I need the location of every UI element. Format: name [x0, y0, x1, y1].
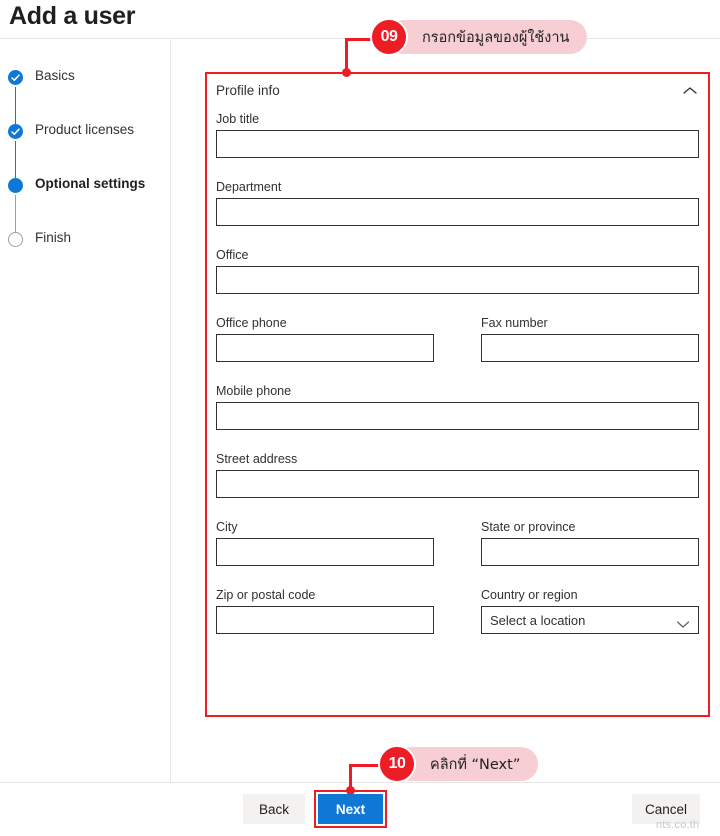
- callout-pill-09: กรอกข้อมูลของผู้ใช้งาน: [386, 20, 588, 54]
- sidebar-item-label: Product licenses: [35, 122, 135, 137]
- field-department: Department: [216, 180, 699, 226]
- street-address-input[interactable]: [216, 470, 699, 498]
- field-street-address: Street address: [216, 452, 699, 498]
- wizard-step-list: Basics Product licenses Optional setting…: [0, 68, 170, 286]
- panel-title: Profile info: [216, 83, 280, 98]
- watermark: nts.co.th: [656, 819, 700, 831]
- field-fax-number: Fax number: [481, 316, 699, 362]
- department-input[interactable]: [216, 198, 699, 226]
- field-label: Zip or postal code: [216, 588, 316, 602]
- field-country-or-region: Country or region Select a location: [481, 588, 699, 634]
- sidebar-item-label: Basics: [35, 68, 75, 83]
- column-spacer: [434, 588, 481, 656]
- zip-or-postal-code-input[interactable]: [216, 606, 434, 634]
- field-office: Office: [216, 248, 699, 294]
- field-state-or-province: State or province: [481, 520, 699, 566]
- sidebar-divider: [170, 38, 171, 782]
- field-label: Street address: [216, 452, 298, 466]
- column-spacer: [434, 520, 481, 588]
- profile-info-header[interactable]: Profile info: [216, 82, 699, 112]
- field-label: Mobile phone: [216, 384, 292, 398]
- sidebar-item-label: Finish: [35, 230, 72, 245]
- step-connector: [15, 195, 16, 232]
- fax-number-input[interactable]: [481, 334, 699, 362]
- field-mobile-phone: Mobile phone: [216, 384, 699, 430]
- sidebar-item-optional-settings[interactable]: Optional settings: [0, 176, 170, 232]
- field-zip-or-postal-code: Zip or postal code: [216, 588, 434, 634]
- sidebar-item-product-licenses[interactable]: Product licenses: [0, 122, 170, 178]
- field-label: City: [216, 520, 238, 534]
- job-title-input[interactable]: [216, 130, 699, 158]
- field-label: Job title: [216, 112, 260, 126]
- chevron-up-icon[interactable]: [681, 84, 699, 96]
- column-spacer: [434, 316, 481, 384]
- callout-anchor-dot-09: [342, 68, 351, 77]
- field-label: Office phone: [216, 316, 287, 330]
- field-label: Fax number: [481, 316, 548, 330]
- step-connector: [15, 87, 16, 124]
- callout-connector-line-09-vertical: [345, 38, 348, 72]
- add-user-wizard: Add a user Basics Product licenses Optio…: [0, 0, 720, 836]
- step-pending-icon: [8, 232, 23, 247]
- callout-badge-10: 10: [378, 745, 416, 783]
- sidebar-item-basics[interactable]: Basics: [0, 68, 170, 124]
- callout-text-09: กรอกข้อมูลของผู้ใช้งาน: [422, 29, 570, 46]
- next-button[interactable]: Next: [318, 794, 383, 824]
- callout-text-10: คลิกที่ “Next”: [430, 756, 521, 773]
- field-label: Country or region: [481, 588, 578, 602]
- field-label: Office: [216, 248, 249, 262]
- office-phone-input[interactable]: [216, 334, 434, 362]
- field-label: State or province: [481, 520, 576, 534]
- field-city: City: [216, 520, 434, 566]
- page-title: Add a user: [9, 2, 136, 30]
- profile-info-panel: Profile info Job title Department Office: [205, 72, 710, 717]
- field-office-phone: Office phone: [216, 316, 434, 362]
- state-or-province-input[interactable]: [481, 538, 699, 566]
- select-value: Select a location: [490, 612, 586, 628]
- sidebar-item-finish[interactable]: Finish: [0, 230, 170, 286]
- chevron-down-icon: [676, 616, 690, 628]
- callout-connector-line-10-horizontal: [349, 764, 379, 767]
- footer-divider: [0, 782, 720, 783]
- city-input[interactable]: [216, 538, 434, 566]
- step-complete-icon: [8, 124, 23, 139]
- field-job-title: Job title: [216, 112, 699, 158]
- field-label: Department: [216, 180, 282, 194]
- step-current-icon: [8, 178, 23, 193]
- step-connector: [15, 141, 16, 178]
- step-complete-icon: [8, 70, 23, 85]
- sidebar-item-label: Optional settings: [35, 176, 146, 191]
- callout-badge-09: 09: [370, 18, 408, 56]
- mobile-phone-input[interactable]: [216, 402, 699, 430]
- back-button[interactable]: Back: [243, 794, 305, 824]
- country-or-region-select[interactable]: Select a location: [481, 606, 699, 634]
- office-input[interactable]: [216, 266, 699, 294]
